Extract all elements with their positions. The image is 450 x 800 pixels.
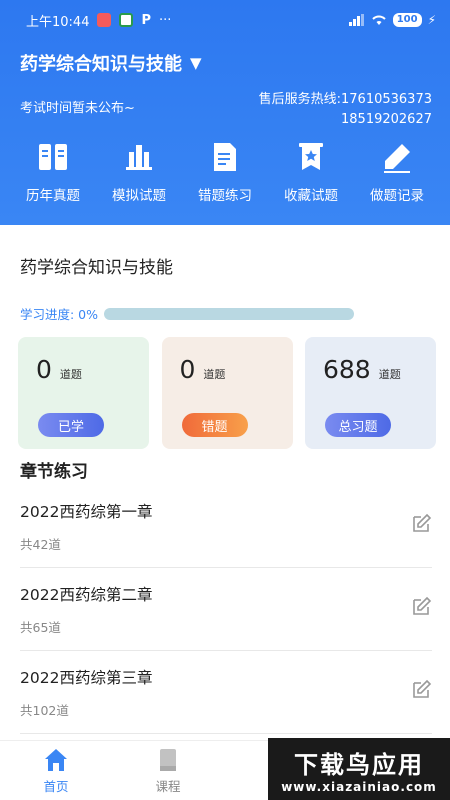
nav-label: 首页 <box>43 778 69 794</box>
subject-selector[interactable]: 药学综合知识与技能 ▼ <box>20 50 202 76</box>
shortcut-label: 历年真题 <box>26 188 80 204</box>
shortcut-favorites[interactable]: 收藏试题 <box>268 140 354 204</box>
shortcut-menu: 历年真题 模拟试题 错题练习 收藏试题 做题记录 <box>0 140 450 204</box>
progress-bar <box>104 307 355 320</box>
hotline-number-1[interactable]: 17610536373 <box>341 92 432 107</box>
dropdown-arrow-icon: ▼ <box>190 54 202 72</box>
stat-card-wrong[interactable]: 0 道题 错题 <box>161 337 293 449</box>
stat-unit: 道题 <box>378 368 401 381</box>
shortcut-records[interactable]: 做题记录 <box>354 140 440 204</box>
charging-icon: ⚡ <box>427 13 436 27</box>
edit-icon[interactable] <box>410 512 432 534</box>
stat-card-learned[interactable]: 0 道题 已学 <box>18 337 149 449</box>
chapter-item[interactable]: 2022西药综第三章 共102道 <box>20 654 432 734</box>
stat-value: 0 <box>179 355 196 384</box>
stat-unit: 道题 <box>59 368 82 381</box>
stat-unit: 道题 <box>203 368 226 381</box>
signal-icon <box>348 14 364 26</box>
pencil-icon <box>384 144 410 173</box>
chapter-name: 2022西药综第二章 <box>20 586 153 604</box>
nav-home[interactable]: 首页 <box>0 741 112 800</box>
edit-icon[interactable] <box>410 678 432 700</box>
hotline-number-2[interactable]: 18519202627 <box>259 110 432 130</box>
stat-value: 688 <box>323 355 371 384</box>
stat-value: 0 <box>36 355 52 384</box>
chapter-item[interactable]: 2022西药综第一章 共42道 <box>20 488 432 568</box>
shortcut-past-exams[interactable]: 历年真题 <box>10 140 96 204</box>
stat-card-total[interactable]: 688 道题 总习题 <box>305 337 436 449</box>
chapter-name: 2022西药综第一章 <box>20 503 153 521</box>
shortcut-label: 错题练习 <box>198 188 252 204</box>
shortcut-label: 收藏试题 <box>284 188 338 204</box>
stats-cards: 0 道题 已学 0 道题 错题 688 道题 总习题 <box>18 337 436 449</box>
exam-time-notice: 考试时间暂未公布~ <box>20 101 135 116</box>
nav-course[interactable]: 课程 <box>112 741 224 800</box>
home-icon <box>45 748 67 771</box>
wifi-icon <box>371 15 386 25</box>
android-notification-icon <box>119 13 134 27</box>
watermark-main: 下载鸟应用 <box>294 750 424 779</box>
shortcut-label: 模拟试题 <box>112 188 166 204</box>
total-tag[interactable]: 总习题 <box>325 413 391 437</box>
nav-label: 课程 <box>155 778 181 794</box>
book-open-icon <box>39 144 67 170</box>
service-hotline: 售后服务热线:17610536373 18519202627 <box>259 90 432 130</box>
edit-icon[interactable] <box>410 595 432 617</box>
chapter-item[interactable]: 2022西药综第二章 共65道 <box>20 571 432 651</box>
watermark-logo: 下载鸟应用 www.xiazainiao.com <box>268 738 450 800</box>
more-notifications-icon: ··· <box>159 12 172 28</box>
wrong-tag[interactable]: 错题 <box>181 413 248 437</box>
watermark-sub: www.xiazainiao.com <box>281 779 437 794</box>
app-notification-icon <box>97 13 112 27</box>
main-content: 药学综合知识与技能 学习进度: 0% 0 道题 已学 0 道题 错题 688 道题 总… <box>0 225 450 740</box>
chapter-count: 共65道 <box>20 620 61 635</box>
status-time: 上午10:44 <box>26 14 90 30</box>
learned-tag[interactable]: 已学 <box>38 413 104 437</box>
document-icon <box>214 143 236 171</box>
bookmark-star-icon <box>299 143 323 170</box>
header-banner: 上午10:44 P ··· 100 ⚡ 药学综合知识与技能 ▼ 考试时间暂未公布… <box>0 0 450 225</box>
chapter-name: 2022西药综第三章 <box>20 669 153 687</box>
section-title-chapters: 章节练习 <box>20 462 88 482</box>
hotline-label: 售后服务热线: <box>258 92 342 107</box>
battery-indicator: 100 <box>392 13 422 27</box>
course-book-icon <box>160 748 176 771</box>
shortcut-label: 做题记录 <box>370 188 424 204</box>
paypal-notification-icon: P <box>141 12 151 28</box>
course-title: 药学综合知识与技能 <box>20 258 173 278</box>
shortcut-wrong-practice[interactable]: 错题练习 <box>182 140 268 204</box>
chapter-count: 共102道 <box>20 703 69 718</box>
chapter-count: 共42道 <box>20 537 61 552</box>
subject-title: 药学综合知识与技能 <box>20 54 182 75</box>
building-icon <box>126 145 152 170</box>
progress-label: 学习进度: 0% <box>20 307 99 322</box>
shortcut-mock-exams[interactable]: 模拟试题 <box>96 140 182 204</box>
study-progress: 学习进度: 0% <box>20 304 355 323</box>
status-bar: 上午10:44 P ··· 100 ⚡ <box>0 0 450 40</box>
